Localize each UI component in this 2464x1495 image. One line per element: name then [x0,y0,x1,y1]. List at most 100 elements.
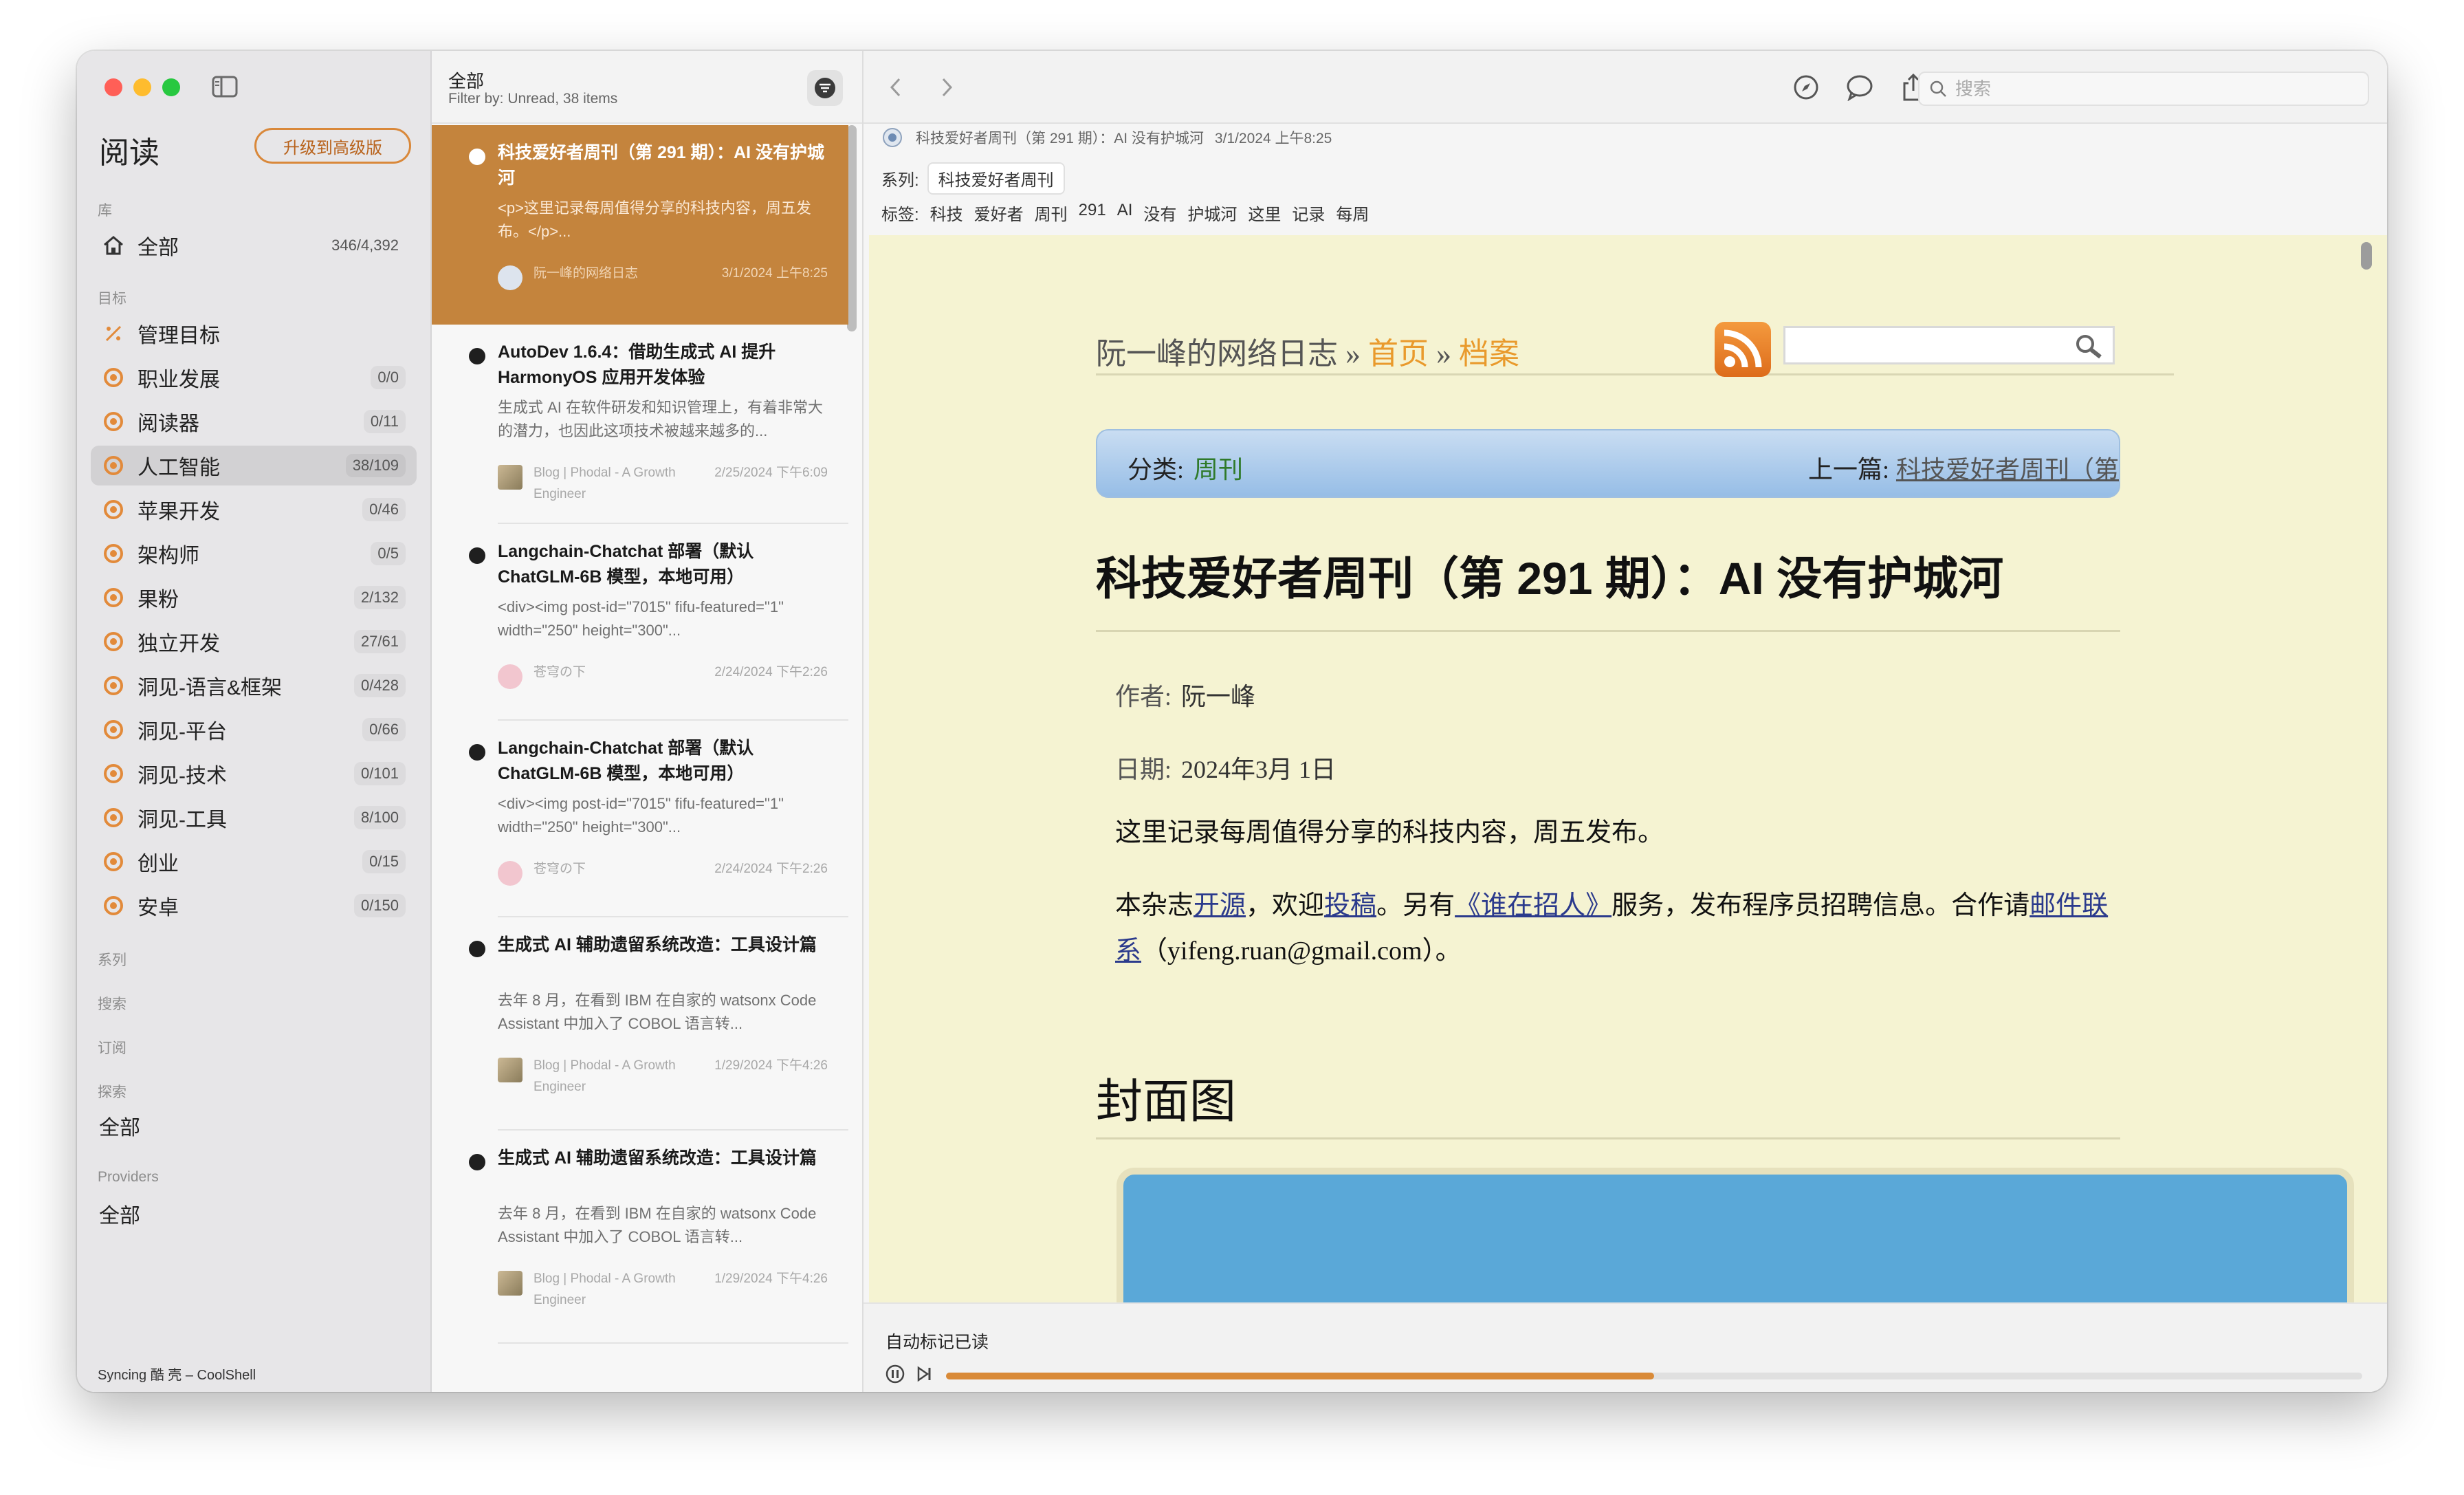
close-window-button[interactable] [104,78,122,96]
tag-item[interactable]: 每周 [1336,201,1369,225]
category-link[interactable]: 周刊 [1194,456,1243,483]
sidebar-item-count: 0/46 [362,498,406,521]
sidebar-toggle-icon[interactable] [212,76,238,98]
tag-item[interactable]: 护城河 [1187,201,1237,225]
tag-item[interactable]: 科技 [930,201,963,225]
goal-target-icon [102,498,125,521]
author-name: 阮一峰 [1181,683,1256,710]
sidebar-item-goal[interactable]: 架构师 0/5 [91,534,417,574]
back-button[interactable] [880,72,912,103]
tag-item[interactable]: 没有 [1143,201,1176,225]
search-input[interactable] [1955,78,2340,100]
text-run: 。另有 [1376,891,1455,920]
section-series: 系列 [98,952,126,968]
series-chip[interactable]: 科技爱好者周刊 [927,162,1065,195]
text-run: ，欢迎 [1246,891,1325,920]
feed-icon [498,1271,522,1296]
article-list-item[interactable]: 科技爱好者周刊（第 291 期）：AI 没有护城河 <p>这里记录每周值得分享的科… [432,125,848,325]
article-title: 科技爱好者周刊（第 291 期）：AI 没有护城河 [498,143,825,188]
reader-pane: 科技爱好者周刊（第 291 期）：AI 没有护城河 3/1/2024 上午8:2… [864,51,2387,1392]
goal-target-icon [102,366,125,389]
window-controls [104,78,180,96]
article-list-item[interactable]: Langchain-Chatchat 部署（默认 ChatGLM-6B 模型，本… [432,524,848,721]
tag-item[interactable]: 记录 [1292,201,1325,225]
read-progress-fill [946,1373,1654,1379]
sidebar-item-goal[interactable]: 洞见-语言&框架 0/428 [91,666,417,706]
upgrade-button[interactable]: 升级到高级版 [254,128,411,164]
sidebar-item-goal[interactable]: 独立开发 27/61 [91,622,417,662]
sidebar-item-label: 阅读器 [138,413,199,435]
skip-forward-button[interactable] [913,1363,935,1385]
contribute-link[interactable]: 投稿 [1324,891,1376,920]
sidebar-item-goal[interactable]: 洞见-技术 0/101 [91,754,417,794]
sidebar-item-goal[interactable]: 果粉 2/132 [91,578,417,618]
zoom-window-button[interactable] [162,78,180,96]
article-title: AutoDev 1.6.4：借助生成式 AI 提升 HarmonyOS 应用开发… [498,342,776,387]
blog-search-input[interactable] [1783,326,2115,364]
tag-item[interactable]: 291 [1079,201,1106,225]
article-date: 2024年3月 1日 [1181,756,1336,783]
sidebar-item-manage-goals[interactable]: 管理目标 [91,314,417,353]
tag-item[interactable]: 爱好者 [974,201,1024,225]
read-progress-bar[interactable] [946,1373,2362,1379]
article-date: 1/29/2024 下午4:26 [714,1272,828,1286]
tag-item[interactable]: 这里 [1248,201,1281,225]
filter-button[interactable] [807,70,843,106]
category-label: 分类: [1128,456,1185,483]
sidebar-item-label: 全部 [138,237,179,259]
feed-icon [498,265,522,290]
pause-button[interactable] [884,1363,906,1385]
article-date: 3/1/2024 上午8:25 [721,266,828,281]
unread-dot [469,744,485,761]
search-field[interactable] [1918,72,2369,106]
sidebar-item-label: 洞见-语言&框架 [138,677,282,699]
unread-dot [469,547,485,564]
blog-header: 阮一峰的网络日志 » 首页 » 档案 [1096,322,2174,377]
sidebar-item-all[interactable]: 全部 346/4,392 [91,226,417,265]
comments-button[interactable] [1844,72,1876,103]
goal-target-icon [102,718,125,741]
tag-item[interactable]: 周刊 [1035,201,1068,225]
list-scrollbar[interactable] [847,125,857,331]
sidebar-item-goal[interactable]: 苹果开发 0/46 [91,490,417,530]
magazine-paragraph: 本杂志开源，欢迎投稿。另有《谁在招人》服务，发布程序员招聘信息。合作请邮件联系（… [1115,883,2112,974]
unread-dot [469,149,485,165]
article-list-item[interactable]: 生成式 AI 辅助遗留系统改造：工具设计篇 去年 8 月，在看到 IBM 在自家的… [432,917,848,1131]
sidebar-item-label: 苹果开发 [138,501,220,523]
section-search: 搜索 [98,996,126,1012]
list-filter-status: Filter by: Unread, 38 items [448,91,618,107]
sidebar-item-count: 0/15 [362,850,406,873]
sidebar-item-goal[interactable]: 阅读器 0/11 [91,402,417,441]
open-in-browser-button[interactable] [1790,72,1822,103]
forward-button[interactable] [931,72,962,103]
filter-icon [815,78,835,98]
sidebar-item-label: 洞见-工具 [138,809,227,831]
open-source-link[interactable]: 开源 [1194,891,1246,920]
sidebar-item-goal[interactable]: 创业 0/15 [91,842,417,882]
crumb-archive-link[interactable]: 档案 [1459,337,1519,371]
article-snippet: 生成式 AI 在软件研发和知识管理上，有着非常大的潜力，也因此这项技术被越来越多… [498,399,824,439]
search-icon[interactable] [2074,334,2103,360]
sidebar-item-count: 0/428 [353,674,406,697]
sidebar-item-goal[interactable]: 人工智能 38/109 [91,446,417,485]
feed-name: 苍穹の下 [534,862,586,876]
tag-item[interactable]: AI [1117,201,1133,225]
jobs-link[interactable]: 《谁在招人》 [1455,891,1612,920]
list-divider [498,1342,848,1344]
vertical-scrollbar[interactable] [2361,242,2372,270]
article-snippet: <div><img post-id="7015" fifu-featured="… [498,598,784,639]
crumb-home-link[interactable]: 首页 [1368,337,1429,371]
prev-post-link[interactable]: 科技爱好者周刊（第 [1896,456,2119,483]
sidebar-item-goal[interactable]: 安卓 0/150 [91,886,417,926]
sidebar-item-goal[interactable]: 洞见-工具 8/100 [91,798,417,838]
minimize-window-button[interactable] [133,78,151,96]
goal-target-icon [102,586,125,609]
article-list-item[interactable]: Langchain-Chatchat 部署（默认 ChatGLM-6B 模型，本… [432,721,848,917]
sidebar-item-goal[interactable]: 洞见-平台 0/66 [91,710,417,750]
article-list-item[interactable]: AutoDev 1.6.4：借助生成式 AI 提升 HarmonyOS 应用开发… [432,325,848,524]
sidebar-item-goal[interactable]: 职业发展 0/0 [91,358,417,397]
article-list-item[interactable]: 生成式 AI 辅助遗留系统改造：工具设计篇 去年 8 月，在看到 IBM 在自家的… [432,1131,848,1344]
rss-icon[interactable] [1715,322,1771,377]
sidebar-item-providers-all[interactable]: 全部 [91,1194,417,1234]
sidebar-item-explore-all[interactable]: 全部 [91,1106,417,1146]
